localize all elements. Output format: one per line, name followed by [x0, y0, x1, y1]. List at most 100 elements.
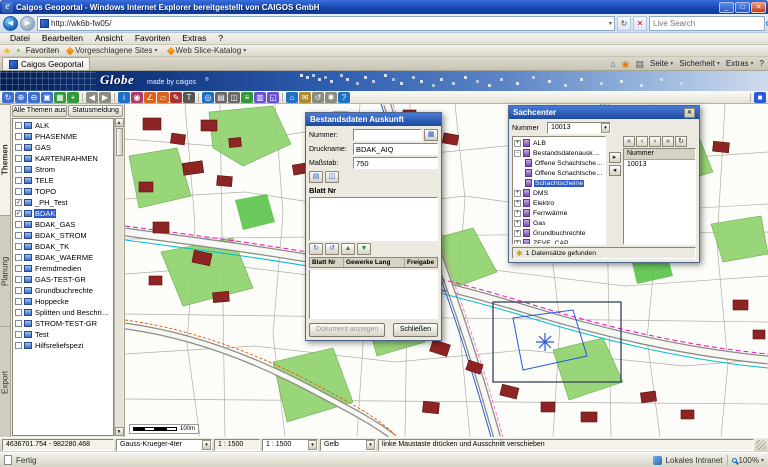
- close-button[interactable]: ✕: [751, 1, 766, 13]
- refresh-ccw-icon[interactable]: ↺: [325, 243, 339, 255]
- refresh-button[interactable]: ↻: [617, 15, 631, 31]
- feeds-icon[interactable]: ◉: [622, 59, 630, 69]
- column-gewerke-lang[interactable]: Gewerke Lang: [344, 258, 405, 267]
- result-table-body[interactable]: [309, 270, 438, 319]
- chevron-down-icon[interactable]: ▾: [202, 440, 211, 450]
- sachcenter-tree-item[interactable]: Fernwärme: [514, 208, 604, 218]
- favorites-star-icon[interactable]: ★: [3, 46, 11, 56]
- menu-bearbeiten[interactable]: Bearbeiten: [36, 33, 89, 44]
- toolbar-icon[interactable]: [198, 92, 199, 102]
- layer-item[interactable]: Hoppecke: [14, 296, 112, 307]
- measure-area-icon[interactable]: ▱: [157, 91, 169, 103]
- menu-extras[interactable]: Extras: [176, 33, 212, 44]
- sachcenter-tree-item[interactable]: DMS: [514, 188, 604, 198]
- expander-icon[interactable]: [514, 139, 521, 147]
- layer-item[interactable]: BDAK_TK: [14, 241, 112, 252]
- first-record-icon[interactable]: «: [623, 136, 635, 147]
- bestandsdaten-dialog-titlebar[interactable]: Bestandsdaten Auskunft: [306, 113, 441, 126]
- chevron-down-icon[interactable]: ▾: [308, 440, 317, 450]
- print-icon[interactable]: ▤: [636, 59, 645, 69]
- layer-checkbox[interactable]: [15, 320, 22, 327]
- search-box[interactable]: [649, 15, 768, 31]
- sachcenter-tree-item[interactable]: Gas: [514, 218, 604, 228]
- layer-item[interactable]: GAS: [14, 142, 112, 153]
- favorites-button[interactable]: Favoriten: [26, 46, 59, 55]
- menu-hilfe[interactable]: ?: [212, 33, 229, 44]
- expander-icon[interactable]: [514, 199, 521, 207]
- layer-item[interactable]: PHASENME: [14, 131, 112, 142]
- color-combo[interactable]: Gelb ▾: [320, 439, 376, 451]
- move-right-icon[interactable]: ▸: [608, 152, 621, 163]
- print-icon[interactable]: ▤: [215, 91, 227, 103]
- layer-checkbox[interactable]: [15, 199, 22, 206]
- layer-checkbox[interactable]: [15, 243, 22, 250]
- legend-icon[interactable]: ▥: [254, 91, 266, 103]
- pan-icon[interactable]: +: [67, 91, 79, 103]
- layer-item[interactable]: BDAK_STROM: [14, 230, 112, 241]
- chevron-down-icon[interactable]: ▾: [601, 123, 610, 133]
- add-favorite-icon[interactable]: +: [16, 46, 21, 56]
- layer-checkbox[interactable]: [15, 188, 22, 195]
- minimize-button[interactable]: _: [719, 1, 734, 13]
- layers-icon[interactable]: ≡: [241, 91, 253, 103]
- measure-length-icon[interactable]: ∠: [144, 91, 156, 103]
- layer-item[interactable]: Grundbuchrechte: [14, 285, 112, 296]
- next-view-icon[interactable]: ▶: [99, 91, 111, 103]
- redline-icon[interactable]: ✎: [170, 91, 182, 103]
- expander-icon[interactable]: [514, 149, 521, 157]
- layer-checkbox[interactable]: [15, 221, 22, 228]
- zoom-in-icon[interactable]: ⊕: [15, 91, 27, 103]
- layer-checkbox[interactable]: [15, 155, 22, 162]
- sachcenter-tree-item[interactable]: Elektro: [514, 198, 604, 208]
- close-dialog-button[interactable]: Schließen: [392, 323, 438, 337]
- layer-checkbox[interactable]: [15, 265, 22, 272]
- scrollbar-thumb[interactable]: [115, 128, 123, 156]
- layer-item[interactable]: Splitten und Beschriftungstest: [14, 307, 112, 318]
- sachcenter-tree-item[interactable]: Offene Schachtscheine nach Verw: [514, 158, 604, 168]
- expander-icon[interactable]: [514, 219, 521, 227]
- layer-item[interactable]: TELE: [14, 175, 112, 186]
- tab-caigos-geoportal[interactable]: Caigos Geoportal: [2, 57, 91, 70]
- back-button[interactable]: ◀: [3, 15, 18, 31]
- search-input[interactable]: [653, 18, 763, 28]
- chevron-down-icon[interactable]: ▾: [761, 457, 764, 464]
- sachcenter-close-icon[interactable]: ✕: [684, 107, 695, 118]
- zoom-control[interactable]: 100% ▾: [731, 456, 764, 465]
- info-icon[interactable]: i: [118, 91, 130, 103]
- sachcenter-nummer-combo[interactable]: 10013 ▾: [547, 122, 611, 134]
- sachcenter-tree-item[interactable]: Grundbuchrechte: [514, 228, 604, 238]
- favbar-web-slice-katalog[interactable]: Web Slice-Katalog ▾: [165, 46, 250, 55]
- move-left-icon[interactable]: ◂: [608, 165, 621, 176]
- layer-checkbox[interactable]: [15, 287, 22, 294]
- expander-icon[interactable]: [514, 229, 521, 237]
- layer-checkbox[interactable]: [15, 166, 22, 173]
- scroll-up-icon[interactable]: ▲: [114, 118, 124, 127]
- layer-checkbox[interactable]: [15, 177, 22, 184]
- sachcenter-tree-item[interactable]: ALB: [514, 138, 604, 148]
- redraw-icon[interactable]: ↻: [2, 91, 14, 103]
- sachcenter-tree-item[interactable]: ZEVE_CAP: [514, 238, 604, 244]
- expander-icon[interactable]: [514, 189, 521, 197]
- undo-icon[interactable]: ↺: [312, 91, 324, 103]
- layer-item[interactable]: KARTENRAHMEN: [14, 153, 112, 164]
- layer-item[interactable]: TOPO: [14, 186, 112, 197]
- crs-combo[interactable]: Gauss-Krueger-4ter ▾: [116, 439, 212, 451]
- menu-ansicht[interactable]: Ansicht: [89, 33, 129, 44]
- help-button[interactable]: ?: [760, 59, 764, 68]
- layer-checkbox[interactable]: [15, 122, 22, 129]
- sachcenter-tree-item[interactable]: Bestandsdatenauskunft: [514, 148, 604, 158]
- layer-item[interactable]: Test: [14, 329, 112, 340]
- address-field[interactable]: ▾: [37, 15, 615, 31]
- help-tool-icon[interactable]: ?: [338, 91, 350, 103]
- refresh-records-icon[interactable]: ↻: [675, 136, 687, 147]
- show-document-button[interactable]: Dokument anzeigen: [309, 323, 386, 337]
- select-icon[interactable]: ◉: [131, 91, 143, 103]
- layer-checkbox[interactable]: [15, 210, 22, 217]
- layer-item[interactable]: BDAK: [14, 208, 112, 219]
- sachcenter-tree-item[interactable]: Offene Schachtscheine (alle): [514, 168, 604, 178]
- toolbar-icon[interactable]: [282, 92, 283, 102]
- layer-checkbox[interactable]: [15, 144, 22, 151]
- zoom-out-icon[interactable]: ⊖: [28, 91, 40, 103]
- sachcenter-titlebar[interactable]: Sachcenter ✕: [509, 106, 699, 119]
- layer-item[interactable]: Fremdmedien: [14, 263, 112, 274]
